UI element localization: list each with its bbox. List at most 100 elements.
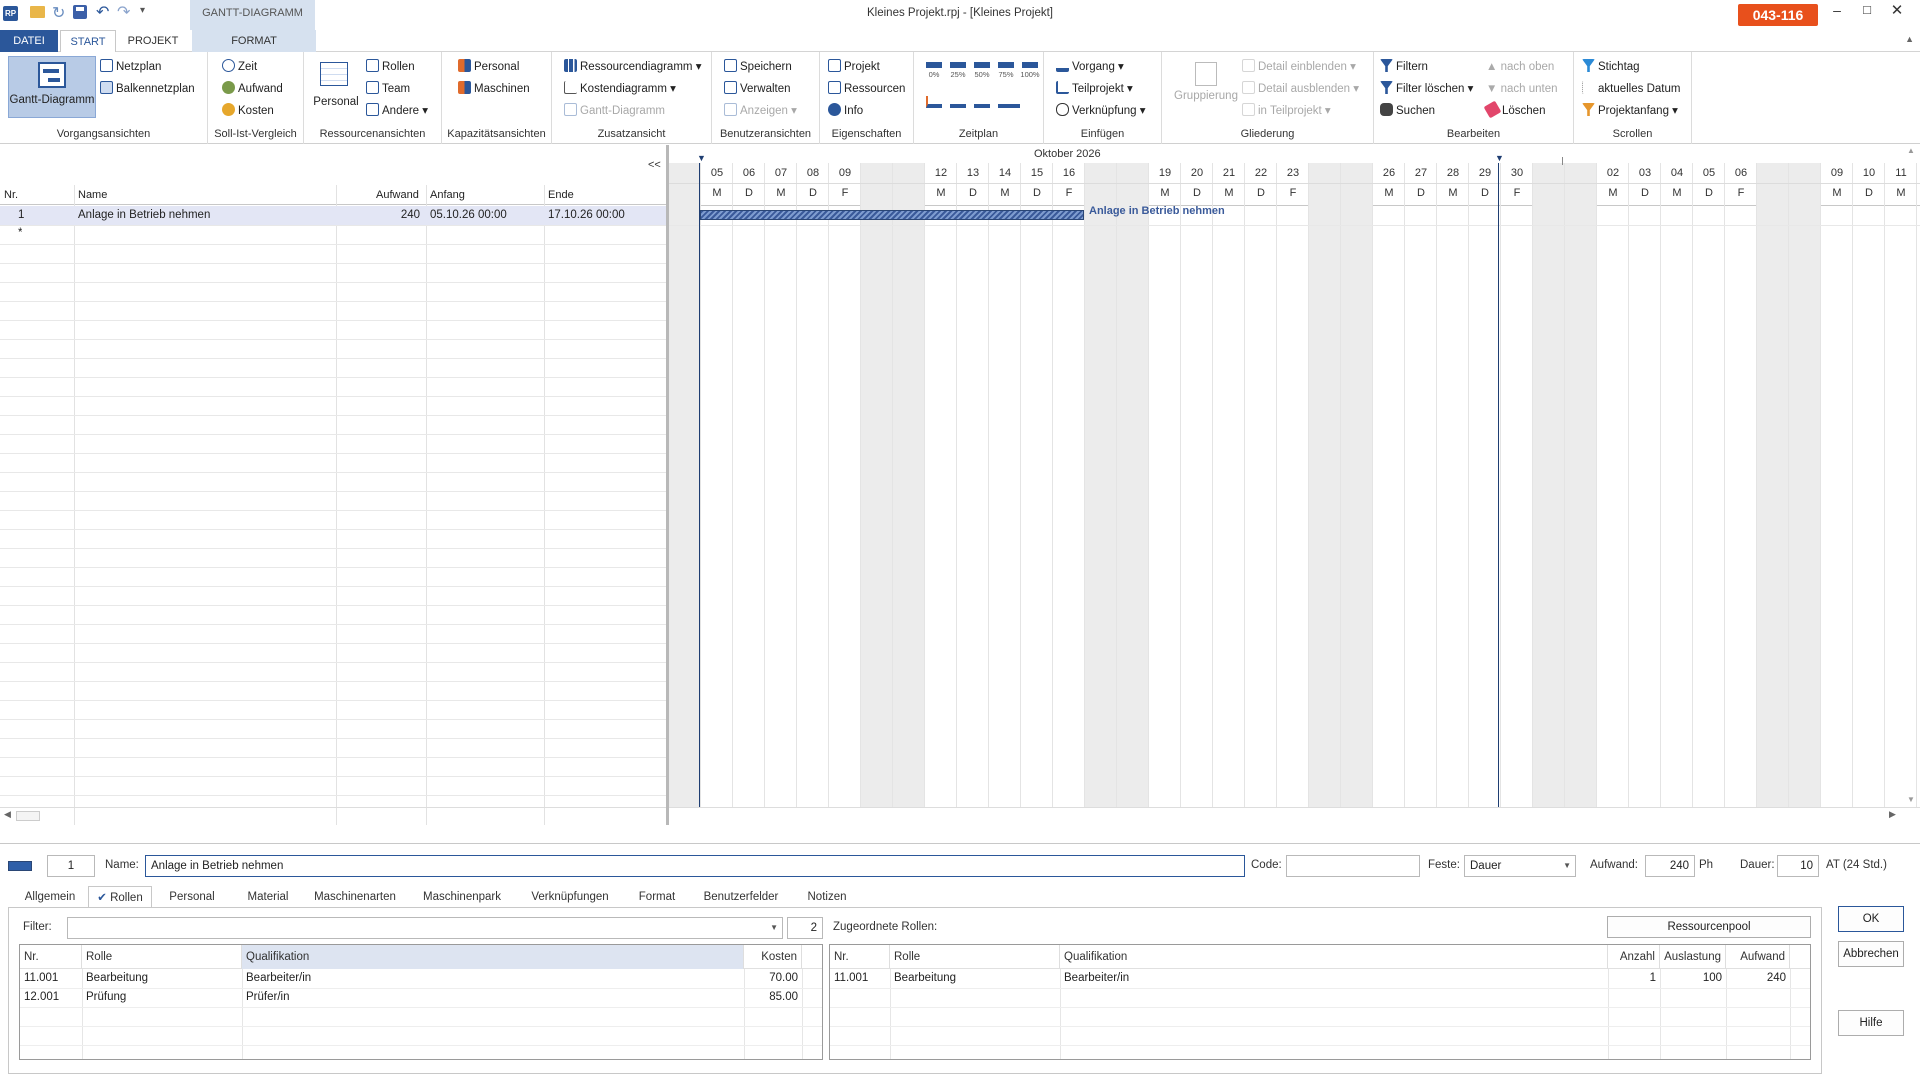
column-header-anzahl[interactable]: Anzahl bbox=[1608, 945, 1660, 969]
tab-material[interactable]: Material bbox=[240, 886, 296, 908]
open-icon[interactable] bbox=[30, 6, 45, 18]
gantt-task-bar[interactable] bbox=[700, 210, 1084, 220]
new-row-marker[interactable]: * bbox=[18, 227, 22, 239]
ressourcen-props-button[interactable]: Ressourcen bbox=[828, 79, 905, 99]
scroll-right-icon[interactable]: ▶ bbox=[1889, 809, 1896, 820]
redo-icon[interactable]: ↷ bbox=[117, 2, 130, 22]
column-header-rolle[interactable]: Rolle bbox=[82, 945, 242, 969]
table-row[interactable]: 11.001 Bearbeitung Bearbeiter/in 1 100 2… bbox=[830, 969, 1810, 988]
hilfe-button[interactable]: Hilfe bbox=[1838, 1010, 1904, 1036]
ressourcendiagramm-button[interactable]: Ressourcendiagramm ▾ bbox=[564, 57, 701, 77]
scroll-left-icon[interactable]: ◀ bbox=[4, 809, 11, 820]
column-header-nr[interactable]: Nr. bbox=[4, 189, 18, 201]
save-icon[interactable] bbox=[73, 5, 87, 19]
scroll-down-icon[interactable]: ▼ bbox=[1907, 795, 1915, 804]
tab-rollen[interactable]: ✔ Rollen bbox=[88, 886, 152, 908]
column-header-rolle[interactable]: Rolle bbox=[890, 945, 1060, 969]
ok-button[interactable]: OK bbox=[1838, 906, 1904, 932]
in-teilprojekt-button[interactable]: in Teilprojekt ▾ bbox=[1242, 101, 1331, 121]
schedule-split-icon[interactable] bbox=[950, 96, 966, 108]
detail-ausblenden-button[interactable]: Detail ausblenden ▾ bbox=[1242, 79, 1359, 99]
schedule-move-icon[interactable] bbox=[926, 96, 942, 108]
kostendiagramm-button[interactable]: Kostendiagramm ▾ bbox=[564, 79, 676, 99]
scroll-up-icon[interactable]: ▲ bbox=[1907, 146, 1915, 155]
table-row[interactable]: 12.001 Prüfung Prüfer/in 85.00 bbox=[20, 988, 822, 1007]
verwalten-button[interactable]: Verwalten bbox=[724, 79, 791, 99]
anzeigen-button[interactable]: Anzeigen ▾ bbox=[724, 101, 797, 121]
suchen-button[interactable]: Suchen bbox=[1380, 101, 1435, 121]
tab-verknuepfungen[interactable]: Verknüpfungen bbox=[528, 886, 612, 908]
gantt-horizontal-scrollbar[interactable]: ▶ bbox=[669, 807, 1920, 823]
percent-0-button[interactable]: 0% bbox=[924, 60, 944, 82]
minimize-button[interactable]: – bbox=[1822, 2, 1852, 24]
tab-allgemein[interactable]: Allgemein bbox=[24, 886, 76, 908]
schedule-align-icon[interactable] bbox=[974, 96, 990, 108]
maximize-button[interactable]: □ bbox=[1852, 2, 1882, 24]
tab-maschinenpark[interactable]: Maschinenpark bbox=[420, 886, 504, 908]
schedule-more-icon[interactable] bbox=[998, 96, 1020, 108]
nach-unten-button[interactable]: ▼ nach unten bbox=[1486, 79, 1558, 99]
kap-personal-button[interactable]: Personal bbox=[458, 57, 519, 77]
close-button[interactable]: ✕ bbox=[1882, 1, 1912, 23]
ressourcenpool-button[interactable]: Ressourcenpool bbox=[1607, 916, 1811, 938]
column-header-nr[interactable]: Nr. bbox=[20, 945, 82, 969]
gantt-vertical-scrollbar[interactable]: ▲ ▼ bbox=[1904, 145, 1920, 807]
table-row[interactable]: 1 Anlage in Betrieb nehmen 240 05.10.26 … bbox=[0, 206, 666, 225]
verknuepfung-button[interactable]: Verknüpfung ▾ bbox=[1056, 101, 1146, 121]
tab-notizen[interactable]: Notizen bbox=[800, 886, 854, 908]
tab-projekt[interactable]: PROJEKT bbox=[120, 30, 186, 52]
filter-loeschen-button[interactable]: Filter löschen ▾ bbox=[1380, 79, 1473, 99]
filter-select[interactable]: ▼ bbox=[67, 917, 783, 939]
column-header-aufwand[interactable]: Aufwand bbox=[1726, 945, 1790, 969]
balkennetzplan-button[interactable]: Balkennetzplan bbox=[100, 79, 195, 99]
table-horizontal-scrollbar[interactable]: ◀ bbox=[0, 807, 666, 823]
task-number-field[interactable]: 1 bbox=[47, 855, 95, 877]
projekt-props-button[interactable]: Projekt bbox=[828, 57, 880, 77]
customize-quick-access-icon[interactable]: ▾ bbox=[140, 5, 145, 16]
gruppierung-button[interactable]: Gruppierung bbox=[1166, 56, 1246, 116]
tab-format[interactable]: FORMAT bbox=[192, 30, 316, 52]
percent-75-button[interactable]: 75% bbox=[996, 60, 1016, 82]
filtern-button[interactable]: Filtern bbox=[1380, 57, 1428, 77]
rollen-button[interactable]: Rollen bbox=[366, 57, 415, 77]
kosten-button[interactable]: Kosten bbox=[222, 101, 274, 121]
task-name-field[interactable]: Anlage in Betrieb nehmen bbox=[145, 855, 1245, 877]
feste-select[interactable]: Dauer ▼ bbox=[1464, 855, 1576, 877]
percent-100-button[interactable]: 100% bbox=[1020, 60, 1040, 82]
percent-50-button[interactable]: 50% bbox=[972, 60, 992, 82]
column-header-kosten[interactable]: Kosten bbox=[744, 945, 802, 969]
projektanfang-button[interactable]: Projektanfang ▾ bbox=[1582, 101, 1678, 121]
teilprojekt-button[interactable]: Teilprojekt ▾ bbox=[1056, 79, 1133, 99]
netzplan-button[interactable]: Netzplan bbox=[100, 57, 161, 77]
loeschen-button[interactable]: Löschen bbox=[1483, 100, 1545, 121]
column-header-qualifikation[interactable]: Qualifikation bbox=[242, 945, 744, 969]
code-field[interactable] bbox=[1286, 855, 1420, 877]
column-header-auslastung[interactable]: Auslastung bbox=[1660, 945, 1726, 969]
tab-start[interactable]: START bbox=[60, 30, 116, 53]
abbrechen-button[interactable]: Abbrechen bbox=[1838, 941, 1904, 967]
zusatz-gantt-button[interactable]: Gantt-Diagramm bbox=[564, 101, 665, 121]
speichern-view-button[interactable]: Speichern bbox=[724, 57, 792, 77]
tab-datei[interactable]: DATEI bbox=[0, 30, 58, 52]
stichtag-button[interactable]: Stichtag bbox=[1582, 57, 1640, 77]
vorgang-button[interactable]: Vorgang ▾ bbox=[1056, 57, 1124, 77]
andere-button[interactable]: Andere ▾ bbox=[366, 101, 428, 121]
percent-25-button[interactable]: 25% bbox=[948, 60, 968, 82]
column-header-nr[interactable]: Nr. bbox=[830, 945, 890, 969]
column-header-qualifikation[interactable]: Qualifikation bbox=[1060, 945, 1608, 969]
tab-personal[interactable]: Personal bbox=[164, 886, 220, 908]
column-header-ende[interactable]: Ende bbox=[548, 189, 574, 201]
tab-format[interactable]: Format bbox=[632, 886, 682, 908]
info-button[interactable]: Info bbox=[828, 101, 863, 121]
refresh-icon[interactable]: ↻ bbox=[52, 3, 65, 23]
aktuelles-datum-button[interactable]: aktuelles Datum bbox=[1582, 79, 1680, 99]
aufwand-field[interactable]: 240 bbox=[1645, 855, 1695, 877]
aufwand-button[interactable]: Aufwand bbox=[222, 79, 283, 99]
role-count-field[interactable]: 2 bbox=[787, 917, 823, 939]
scrollbar-thumb[interactable] bbox=[16, 811, 40, 821]
collapse-table-button[interactable]: << bbox=[648, 159, 661, 171]
nach-oben-button[interactable]: ▲ nach oben bbox=[1486, 57, 1554, 77]
column-header-name[interactable]: Name bbox=[78, 189, 107, 201]
dauer-field[interactable]: 10 bbox=[1777, 855, 1819, 877]
column-header-anfang[interactable]: Anfang bbox=[430, 189, 465, 201]
